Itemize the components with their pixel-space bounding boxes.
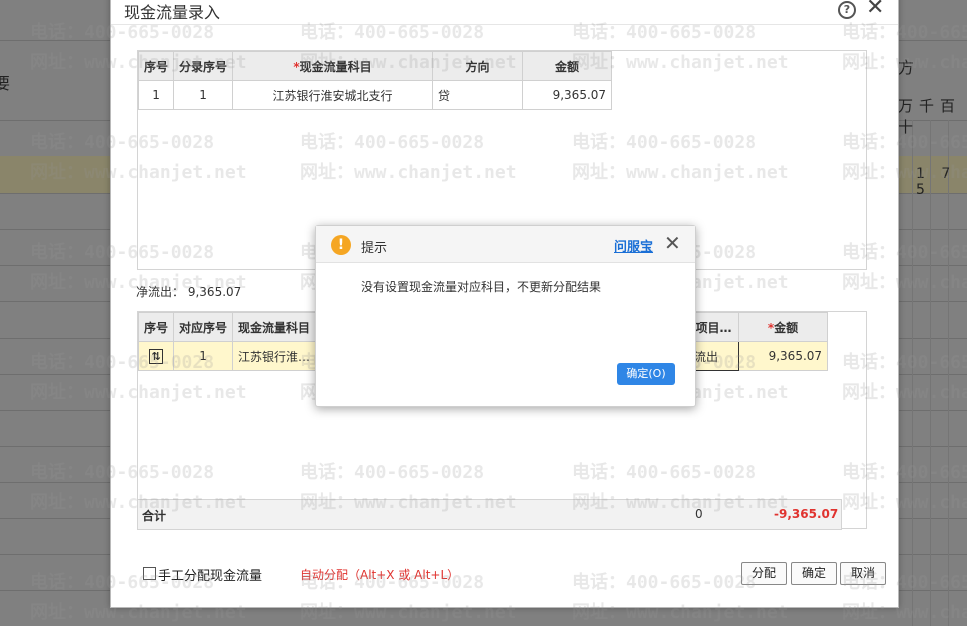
split-icon[interactable]: ⇅	[137, 341, 175, 371]
prompt-header: ! 提示 问服宝 ✕	[316, 226, 695, 263]
cell-seq: 1	[137, 80, 175, 110]
col-seq: 序号	[137, 312, 175, 342]
net-outflow: 净流出： 9,365.07	[136, 285, 242, 299]
cell-subject: 江苏银行淮安城北支行	[232, 80, 434, 110]
bg-selected-row	[0, 156, 110, 193]
table-header-row: 序号 分录序号 *现金流量科目 方向 金额	[137, 51, 613, 81]
prompt-message: 没有设置现金流量对应科目，不更新分配结果	[361, 280, 602, 294]
ok-button[interactable]: 确定(O)	[617, 363, 675, 385]
col-item: 项目…	[688, 312, 740, 342]
entry-table: 序号 分录序号 *现金流量科目 方向 金额 1 1 江苏银行淮安城北支行 贷 9…	[137, 51, 613, 110]
manual-allocate-checkbox[interactable]	[143, 567, 156, 580]
col-amount: 金额	[522, 51, 613, 81]
col-seq: 序号	[137, 51, 175, 81]
dialog-title: 现金流量录入	[124, 3, 221, 22]
col-amount: *金额	[738, 312, 829, 342]
close-icon[interactable]: ✕	[664, 231, 681, 255]
help-service-link[interactable]: 问服宝	[614, 236, 653, 255]
bg-column-header: 要	[0, 74, 11, 93]
table-row[interactable]: 1 1 江苏银行淮安城北支行 贷 9,365.07	[137, 80, 613, 110]
cell-subject: 江苏银行淮…	[232, 341, 319, 371]
col-entry-seq: 分录序号	[173, 51, 234, 81]
bg-column-line	[912, 120, 913, 626]
bg-amount-digits: 1 7 5	[916, 166, 957, 198]
manual-allocate-label[interactable]: 手工分配现金流量	[158, 565, 262, 584]
warning-icon: !	[331, 235, 351, 255]
col-cash-flow-subject: *现金流量科目	[232, 51, 434, 81]
help-icon[interactable]: ?	[838, 1, 856, 19]
total-amount: -9,365.07	[774, 507, 839, 521]
cell-corr-seq: 1	[173, 341, 234, 371]
cell-entry-seq: 1	[173, 80, 234, 110]
bg-column-header: 方	[898, 58, 915, 77]
total-row: 合计 0 -9,365.07	[137, 499, 842, 530]
confirm-button[interactable]: 确定	[791, 562, 837, 585]
prompt-title: 提示	[361, 241, 388, 256]
auto-allocate-link[interactable]: 自动分配（Alt+X 或 Alt+L）	[300, 566, 459, 583]
bg-digit-header: 万千百十	[898, 97, 962, 136]
allocate-button[interactable]: 分配	[741, 562, 787, 585]
cell-amount: 9,365.07	[522, 80, 613, 110]
col-direction: 方向	[432, 51, 524, 81]
cell-item-input[interactable]: 流出	[688, 341, 740, 371]
total-label: 合计	[142, 509, 167, 523]
cell-direction: 贷	[432, 80, 524, 110]
total-zero: 0	[695, 507, 703, 521]
cell-amount: 9,365.07	[738, 341, 829, 371]
col-cash-flow-subject: 现金流量科目	[232, 312, 319, 342]
col-corr-seq: 对应序号	[173, 312, 234, 342]
close-icon[interactable]: ✕	[866, 0, 884, 20]
prompt-dialog: ! 提示 问服宝 ✕ 没有设置现金流量对应科目，不更新分配结果 确定(O)	[315, 225, 696, 407]
title-divider	[111, 24, 898, 25]
cancel-button[interactable]: 取消	[840, 562, 886, 585]
